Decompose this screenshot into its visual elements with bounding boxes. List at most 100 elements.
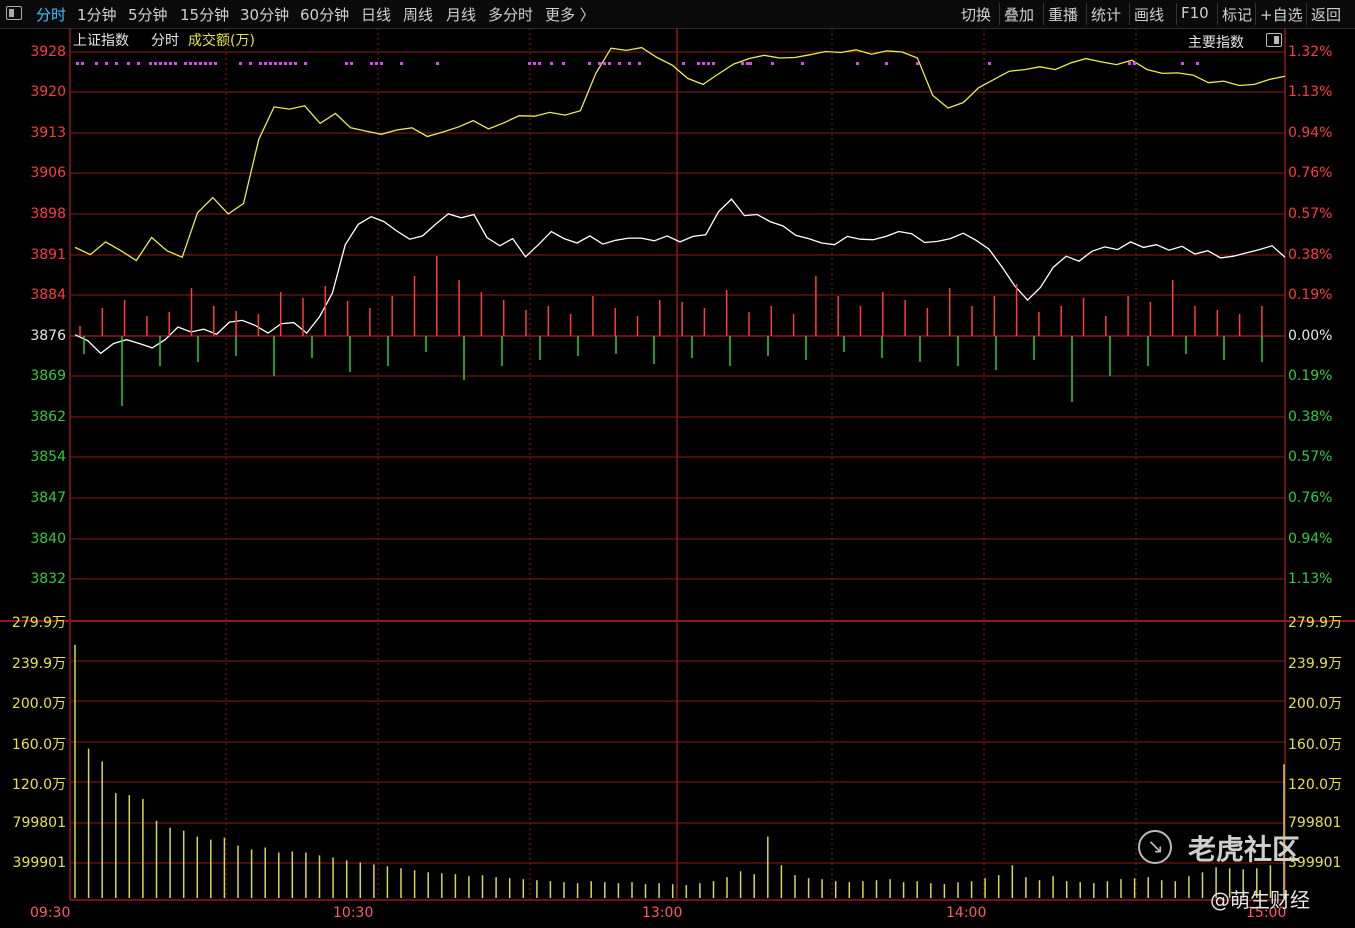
percent-tick-right: 0.00% (1288, 328, 1333, 344)
signal-marker (550, 62, 553, 65)
toolbar-separator (1217, 3, 1218, 25)
signal-marker (274, 62, 277, 65)
percent-tick-right: 1.13% (1288, 84, 1333, 100)
tab-10[interactable]: 更多 〉 (545, 4, 595, 25)
signal-marker (81, 62, 84, 65)
signal-marker (184, 62, 187, 65)
toolbar-button-7[interactable]: +自选 (1260, 4, 1303, 25)
signal-marker (169, 62, 172, 65)
price-tick-left: 3840 (30, 531, 66, 547)
signal-marker (603, 62, 606, 65)
signal-marker (159, 62, 162, 65)
percent-tick-right: 0.94% (1288, 531, 1333, 547)
toolbar-button-1[interactable]: 叠加 (1004, 4, 1034, 25)
percent-tick-right: 0.57% (1288, 449, 1333, 465)
toolbar-button-6[interactable]: 标记 (1222, 4, 1252, 25)
percent-tick-right: 0.19% (1288, 368, 1333, 384)
signal-marker (164, 62, 167, 65)
toolbar-button-5[interactable]: F10 (1181, 4, 1209, 22)
signal-marker (375, 62, 378, 65)
percent-tick-right: 0.19% (1288, 287, 1333, 303)
toolbar-button-8[interactable]: 返回 (1311, 4, 1341, 25)
volume-tick-right: 160.0万 (1288, 737, 1343, 753)
volume-tick-left: 239.9万 (11, 656, 66, 672)
signal-marker (618, 62, 621, 65)
signal-marker (598, 62, 601, 65)
volume-tick-left: 120.0万 (11, 777, 66, 793)
signal-marker (239, 62, 242, 65)
signal-marker (682, 62, 685, 65)
signal-marker (127, 62, 130, 65)
tab-0[interactable]: 分时 (36, 4, 66, 25)
toolbar-separator (1306, 3, 1307, 25)
percent-tick-right: 1.32% (1288, 44, 1333, 60)
tab-5[interactable]: 60分钟 (300, 4, 349, 25)
price-tick-left: 3869 (30, 368, 66, 384)
signal-marker (697, 62, 700, 65)
percent-tick-right: 0.38% (1288, 247, 1333, 263)
signal-marker (856, 62, 859, 65)
signal-marker (608, 62, 611, 65)
toolbar-separator (1043, 3, 1044, 25)
toolbar-button-0[interactable]: 切换 (961, 4, 991, 25)
panel-toggle-icon[interactable] (6, 6, 22, 20)
tab-2[interactable]: 5分钟 (128, 4, 168, 25)
tab-1[interactable]: 1分钟 (77, 4, 117, 25)
price-line (74, 198, 1286, 355)
signal-marker (702, 62, 705, 65)
watermark-brand: 老虎社区 (1188, 833, 1301, 866)
tab-3[interactable]: 15分钟 (180, 4, 229, 25)
toolbar-button-3[interactable]: 统计 (1091, 4, 1121, 25)
signal-marker (154, 62, 157, 65)
signal-marker (1133, 62, 1136, 65)
tab-4[interactable]: 30分钟 (240, 4, 289, 25)
tab-9[interactable]: 多分时 (488, 4, 533, 25)
volume-tick-right: 200.0万 (1288, 696, 1343, 712)
signal-marker (588, 62, 591, 65)
signal-marker (400, 62, 403, 65)
signal-marker (105, 62, 108, 65)
tab-6[interactable]: 日线 (361, 4, 391, 25)
signal-marker (1181, 62, 1184, 65)
signal-marker (76, 62, 79, 65)
price-tick-left: 3854 (30, 449, 66, 465)
tab-7[interactable]: 周线 (403, 4, 433, 25)
volume-tick-left: 799801 (12, 815, 66, 831)
volume-label: 成交额(万) (188, 33, 255, 49)
intraday-chart (0, 28, 1355, 901)
signal-marker (284, 62, 287, 65)
volume-tick-left: 279.9万 (11, 615, 66, 631)
signal-marker (746, 62, 749, 65)
signal-marker (345, 62, 348, 65)
volume-tick-right: 120.0万 (1288, 777, 1343, 793)
toolbar-button-2[interactable]: 重播 (1048, 4, 1078, 25)
price-tick-left: 3920 (30, 84, 66, 100)
tab-8[interactable]: 月线 (446, 4, 476, 25)
reference-line (74, 46, 1286, 262)
signal-marker (988, 62, 991, 65)
price-tick-left: 3876 (30, 328, 66, 344)
signal-marker (269, 62, 272, 65)
signal-marker (249, 62, 252, 65)
toolbar-separator (1176, 3, 1177, 25)
price-tick-left: 3891 (30, 247, 66, 263)
signal-marker (533, 62, 536, 65)
signal-marker (1196, 62, 1199, 65)
signal-marker (707, 62, 710, 65)
signal-marker (528, 62, 531, 65)
signal-marker (279, 62, 282, 65)
signal-marker (259, 62, 262, 65)
volume-tick-left: 200.0万 (11, 696, 66, 712)
percent-tick-right: 1.13% (1288, 571, 1333, 587)
signal-marker (436, 62, 439, 65)
percent-tick-right: 0.57% (1288, 206, 1333, 222)
main-index-label[interactable]: 主要指数 (1188, 32, 1244, 52)
toolbar: 分时 1分钟 5分钟 15分钟 30分钟 60分钟 日线 周线 月线 多分时 更多 〉 切换 叠加 重播… (0, 0, 1355, 29)
percent-tick-right: 0.76% (1288, 490, 1333, 506)
signal-marker (538, 62, 541, 65)
toolbar-button-4[interactable]: 画线 (1134, 4, 1164, 25)
panel-collapse-icon[interactable] (1266, 33, 1282, 47)
signal-marker (214, 62, 217, 65)
toolbar-separator (1086, 3, 1087, 25)
signal-marker (712, 62, 715, 65)
